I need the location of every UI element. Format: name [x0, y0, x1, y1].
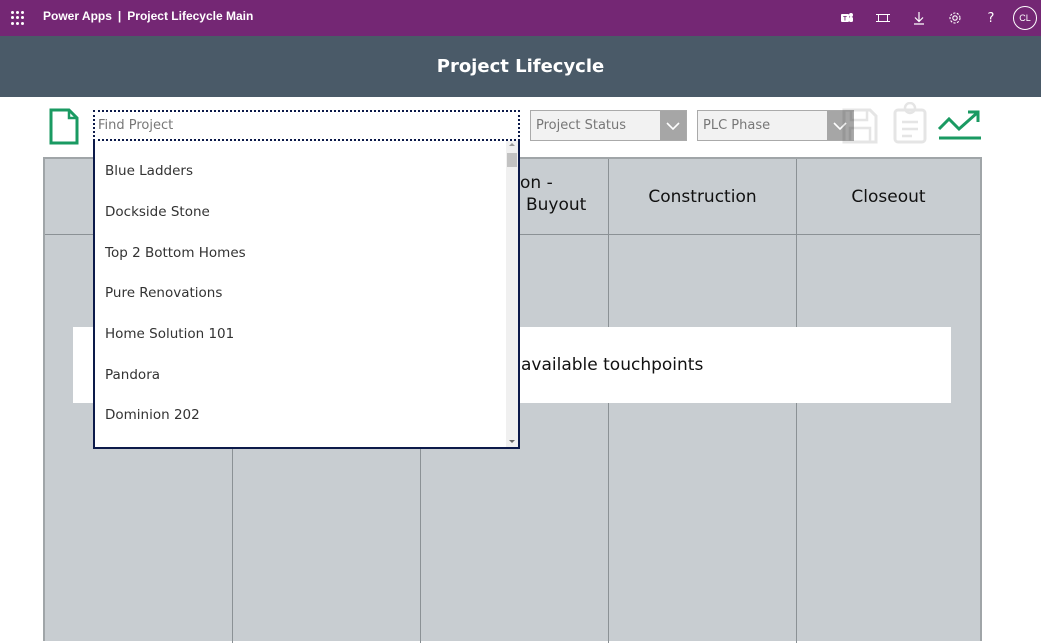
column-header-closeout: Closeout: [797, 159, 980, 235]
list-item[interactable]: Dominion 202: [105, 407, 200, 423]
title-separator: |: [117, 9, 122, 23]
clipboard-icon[interactable]: [892, 101, 928, 144]
page-header: Project Lifecycle: [0, 36, 1041, 97]
brand-name: Power Apps: [43, 9, 112, 23]
teams-icon[interactable]: T: [829, 0, 865, 36]
app-title: Power Apps | Project Lifecycle Main: [43, 9, 253, 23]
column-header-construction: Construction: [609, 159, 796, 235]
app-name: Project Lifecycle Main: [127, 9, 254, 23]
message-text: available touchpoints: [521, 355, 704, 375]
user-avatar[interactable]: CL: [1013, 6, 1037, 30]
header-line-2: Buyout: [526, 195, 587, 215]
plc-phase-label: PLC Phase: [703, 118, 771, 133]
new-document-icon: [49, 108, 79, 145]
search-results-list: Blue Ladders Dockside Stone Top 2 Bottom…: [93, 141, 520, 449]
chevron-down-icon[interactable]: [660, 111, 686, 140]
page-title: Project Lifecycle: [436, 56, 605, 77]
list-item[interactable]: Pure Renovations: [105, 285, 222, 301]
list-item[interactable]: Top 2 Bottom Homes: [105, 245, 246, 261]
scroll-thumb[interactable]: [507, 153, 517, 167]
settings-icon[interactable]: [937, 0, 973, 36]
list-scrollbar[interactable]: [506, 141, 518, 447]
list-item[interactable]: Blue Ladders: [105, 163, 193, 179]
app-launcher-icon[interactable]: [11, 11, 25, 25]
save-icon[interactable]: [842, 108, 878, 144]
project-status-dropdown[interactable]: Project Status: [530, 110, 687, 141]
new-project-button[interactable]: [49, 108, 79, 145]
scroll-up-arrow-icon[interactable]: [509, 143, 515, 146]
find-project-input[interactable]: [95, 112, 518, 139]
download-icon[interactable]: [901, 0, 937, 36]
trending-up-icon[interactable]: [937, 110, 983, 142]
svg-text:T: T: [843, 17, 847, 23]
app-top-bar: Power Apps | Project Lifecycle Main T ? CL: [0, 0, 1041, 36]
scroll-down-arrow-icon[interactable]: [509, 440, 515, 443]
list-item[interactable]: Pandora: [105, 367, 160, 383]
header-line-1: on -: [520, 173, 553, 193]
plc-phase-dropdown[interactable]: PLC Phase: [697, 110, 854, 141]
help-icon[interactable]: ?: [973, 0, 1009, 36]
column-header-preconstruction-partial: on - Buyout: [520, 172, 586, 216]
list-item[interactable]: Dockside Stone: [105, 204, 210, 220]
list-item[interactable]: Home Solution 101: [105, 326, 234, 342]
find-project-search[interactable]: [93, 110, 520, 141]
project-status-label: Project Status: [536, 118, 627, 133]
fit-screen-icon[interactable]: [865, 0, 901, 36]
help-glyph: ?: [987, 10, 995, 26]
